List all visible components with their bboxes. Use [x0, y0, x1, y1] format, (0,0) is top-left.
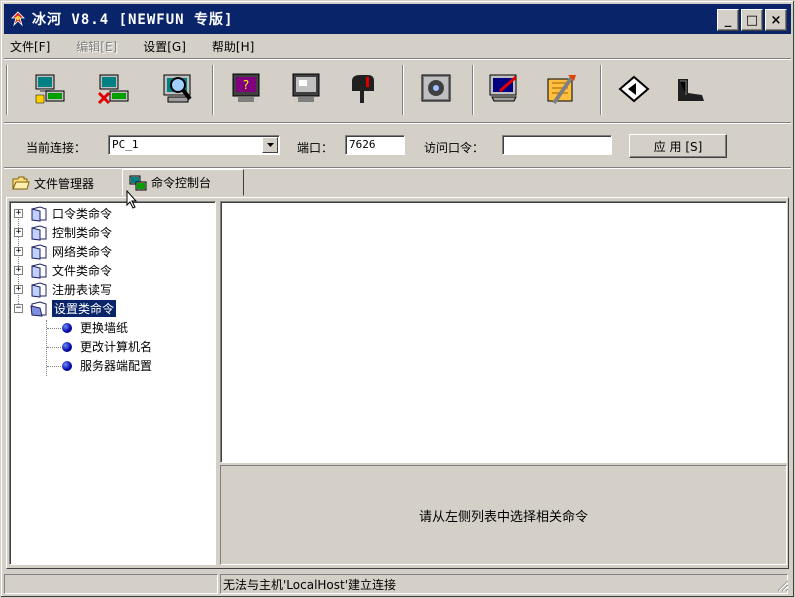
- expand-toggle[interactable]: +: [14, 266, 23, 275]
- tree-label: 更改计算机名: [80, 340, 153, 354]
- status-bar: 无法与主机'LocalHost'建立连接: [4, 572, 791, 594]
- delete-host-icon[interactable]: [96, 71, 132, 107]
- port-input[interactable]: 7626: [345, 135, 405, 155]
- apply-button[interactable]: 应 用 [S]: [629, 134, 727, 158]
- window-title: 冰河 V8.4 [NEWFUN 专版]: [32, 12, 234, 28]
- tree-label: 更换墙纸: [80, 321, 129, 335]
- remote-screen-icon[interactable]: ?: [228, 71, 264, 107]
- tree-line: [47, 347, 61, 348]
- menu-edit[interactable]: 编辑[E]: [70, 38, 125, 55]
- folder-icon: [31, 282, 47, 298]
- folder-icon: [31, 206, 47, 222]
- settings-icon[interactable]: [418, 71, 454, 107]
- tree-label-selected: 设置类命令: [52, 300, 117, 317]
- tree-label: 口令类命令: [52, 207, 113, 221]
- menu-settings[interactable]: 设置[G]: [137, 38, 194, 55]
- toolbar-separator: [212, 65, 214, 115]
- home-icon[interactable]: [616, 71, 652, 107]
- mouse-cursor-icon: [126, 190, 138, 209]
- connection-select-value: PC_1: [112, 138, 139, 151]
- current-connection-label: 当前连接：: [26, 141, 87, 155]
- menu-bar: 文件[F] 编辑[E] 设置[G] 帮助[H]: [4, 36, 274, 56]
- title-bar[interactable]: 冰河 V8.4 [NEWFUN 专版] _ □ ×: [4, 4, 791, 34]
- toolbar-separator: [472, 65, 474, 115]
- folder-icon: [12, 176, 30, 190]
- folder-icon: [31, 263, 47, 279]
- screen-control-icon[interactable]: [288, 71, 324, 107]
- toolbar: ?: [4, 61, 791, 121]
- app-logo-icon: [11, 11, 25, 27]
- tab-command-console-label: 命令控制台: [151, 176, 212, 190]
- toolbar-grip: [6, 65, 8, 115]
- expand-toggle[interactable]: +: [14, 247, 23, 256]
- tab-file-manager-label: 文件管理器: [34, 176, 95, 191]
- tree-label: 服务器端配置: [80, 359, 153, 373]
- tree-line: [47, 366, 61, 367]
- menu-divider: [4, 58, 791, 60]
- expand-toggle[interactable]: +: [14, 228, 23, 237]
- svg-text:?: ?: [243, 78, 249, 92]
- close-button[interactable]: ×: [765, 9, 787, 31]
- status-panel-left: [4, 574, 218, 594]
- password-input[interactable]: [502, 135, 612, 155]
- open-folder-icon: [30, 301, 47, 317]
- main-window: 冰河 V8.4 [NEWFUN 专版] _ □ × 文件[F] 编辑[E] 设置…: [0, 0, 795, 598]
- collapse-toggle[interactable]: −: [14, 304, 23, 313]
- minimize-button[interactable]: _: [717, 9, 739, 31]
- tree-line: [47, 328, 61, 329]
- tree-item-server-config[interactable]: 服务器端配置: [62, 356, 152, 375]
- password-label: 访问口令：: [424, 141, 485, 155]
- blue-ball-icon: [62, 341, 72, 352]
- tree-item-change-wallpaper[interactable]: 更换墙纸: [62, 318, 128, 337]
- tools-icon[interactable]: [544, 71, 580, 107]
- toolbar-separator: [402, 65, 404, 115]
- hint-text: 请从左侧列表中选择相关命令: [418, 509, 588, 525]
- resize-grip-icon[interactable]: [777, 580, 789, 592]
- folder-icon: [31, 225, 47, 241]
- tree-label: 控制类命令: [52, 226, 113, 240]
- add-host-icon[interactable]: [32, 71, 68, 107]
- toolbar-divider: [4, 122, 791, 124]
- mailbox-icon[interactable]: [344, 71, 380, 107]
- tab-file-manager[interactable]: 文件管理器: [6, 171, 122, 195]
- blue-ball-icon: [62, 322, 72, 333]
- connection-bar: 当前连接： PC_1 端口： 7626 访问口令： 应 用 [S]: [4, 125, 791, 165]
- console-icon: [129, 175, 147, 190]
- search-host-icon[interactable]: [160, 71, 196, 107]
- config-server-icon[interactable]: [486, 71, 522, 107]
- blue-ball-icon: [62, 360, 72, 371]
- command-hint-panel: 请从左侧列表中选择相关命令: [220, 465, 787, 565]
- tree-label: 网络类命令: [52, 245, 113, 259]
- command-output-area[interactable]: [220, 201, 787, 463]
- toolbar-separator: [600, 65, 602, 115]
- chevron-down-icon[interactable]: [262, 137, 278, 153]
- menu-help[interactable]: 帮助[H]: [206, 38, 262, 55]
- menu-file[interactable]: 文件[F]: [4, 38, 58, 55]
- expand-toggle[interactable]: +: [14, 209, 23, 218]
- tree-label: 注册表读写: [52, 283, 113, 297]
- maximize-button[interactable]: □: [741, 9, 763, 31]
- port-label: 端口：: [297, 141, 334, 155]
- tree-label: 文件类命令: [52, 264, 113, 278]
- expand-toggle[interactable]: +: [14, 285, 23, 294]
- status-message: 无法与主机'LocalHost'建立连接: [220, 574, 788, 594]
- command-tree[interactable]: + 口令类命令 + 控制类命令 + 网络类命令 + 文件类命令 + 注册表读写 …: [9, 201, 216, 565]
- exit-icon[interactable]: [672, 71, 708, 107]
- tree-item-rename-computer[interactable]: 更改计算机名: [62, 337, 152, 356]
- folder-icon: [31, 244, 47, 260]
- connection-select[interactable]: PC_1: [108, 135, 280, 155]
